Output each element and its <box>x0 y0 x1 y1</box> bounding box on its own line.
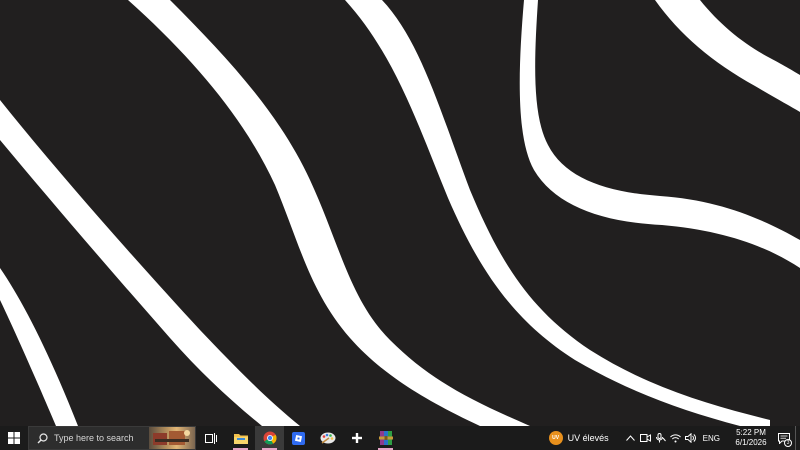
taskbar-app-file-explorer[interactable] <box>226 426 255 450</box>
chevron-up-icon <box>625 435 635 441</box>
task-view-button[interactable] <box>196 426 226 450</box>
task-view-icon <box>205 432 217 444</box>
weather-widget[interactable]: UV UV élevés <box>545 426 617 450</box>
tray-overflow-button[interactable] <box>623 426 637 450</box>
roblox-icon <box>292 431 305 445</box>
clock-date: 6/1/2026 <box>735 438 767 447</box>
windows-logo-icon <box>8 432 20 444</box>
show-desktop-button[interactable] <box>795 426 800 450</box>
microphone-muted-icon <box>655 433 666 443</box>
speaker-icon <box>684 433 696 443</box>
desktop-wallpaper <box>0 0 800 426</box>
search-highlight-image[interactable] <box>149 427 195 449</box>
taskbar-app-chrome[interactable] <box>255 426 284 450</box>
weather-text: UV élevés <box>567 433 609 443</box>
search-box[interactable]: Type here to search <box>28 426 196 450</box>
search-icon <box>37 432 48 444</box>
plus-app-icon <box>351 433 362 443</box>
taskbar-app-paint[interactable] <box>313 426 342 450</box>
winrar-icon <box>378 431 393 445</box>
video-camera-icon <box>639 434 651 442</box>
taskbar-app-roblox[interactable] <box>284 426 313 450</box>
tray-meet-now-button[interactable] <box>638 426 652 450</box>
chrome-icon <box>263 431 276 445</box>
notification-count-badge: 3 <box>784 439 792 447</box>
taskbar: Type here to search UV UV élevés ENG 5:2… <box>0 426 800 450</box>
notification-center-button[interactable]: 3 <box>773 426 795 450</box>
taskbar-app-plus[interactable] <box>342 426 371 450</box>
language-indicator[interactable]: ENG <box>698 426 725 450</box>
paint-palette-icon <box>320 432 335 444</box>
start-button[interactable] <box>0 426 28 450</box>
taskbar-app-winrar[interactable] <box>371 426 400 450</box>
tray-volume-button[interactable] <box>683 426 697 450</box>
tray-network-button[interactable] <box>668 426 682 450</box>
wifi-icon <box>669 434 681 443</box>
tray-microphone-button[interactable] <box>653 426 667 450</box>
clock[interactable]: 5:22 PM 6/1/2026 <box>729 426 773 450</box>
uv-badge-icon: UV <box>548 431 563 445</box>
clock-time: 5:22 PM <box>736 428 766 437</box>
folder-icon <box>233 434 248 444</box>
search-placeholder: Type here to search <box>54 433 134 443</box>
wallpaper-stripes <box>0 0 800 426</box>
